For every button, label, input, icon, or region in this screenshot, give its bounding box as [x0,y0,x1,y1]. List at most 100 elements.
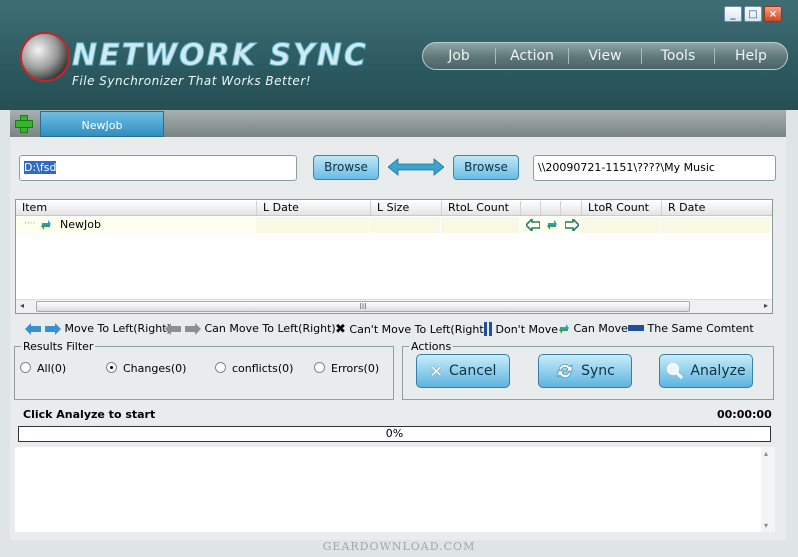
grid-horizontal-scrollbar[interactable]: ◂ III ▸ [16,299,772,313]
scroll-left-icon[interactable]: ◂ [20,301,24,310]
legend-cant-move-label: Can't Move To Left(Right) [349,323,488,336]
header: _ □ × NETWORK SYNC File Synchronizer Tha… [0,0,798,110]
legend-same-label: The Same Comtent [647,322,754,335]
right-browse-button[interactable]: Browse [453,155,519,180]
log-area[interactable] [15,447,775,532]
cancel-x-icon: ✕ [429,361,443,381]
elapsed-time: 00:00:00 [717,408,772,421]
scroll-thumb[interactable]: III [36,301,690,312]
filter-errors-label: Errors(0) [331,362,380,375]
col-l-size[interactable]: L Size [370,201,409,215]
left-path-input[interactable]: D:\fsd [19,155,297,181]
window-controls: _ □ × [724,6,782,22]
app-window: _ □ × NETWORK SYNC File Synchronizer Tha… [0,0,798,557]
legend-dont-move: Don't Move [484,322,558,336]
status-message: Click Analyze to start [23,408,156,421]
sync-label: Sync [581,363,615,379]
right-path-input[interactable]: \\20090721-1151\????\My Music [533,155,776,181]
progress-text: 0% [385,427,404,440]
progress-bar: 0% [18,426,771,442]
col-r-date[interactable]: R Date [661,201,705,215]
legend-same: The Same Comtent [628,322,754,335]
close-button[interactable]: × [764,6,782,22]
results-grid[interactable]: Item L Date L Size RtoL Count LtoR Count… [15,199,773,314]
legend-cant-move: ✖ Can't Move To Left(Right) [335,322,488,337]
legend-can-move: Can Move To Left(Right) [165,322,336,335]
col-rtol-count[interactable]: RtoL Count [441,201,509,215]
app-tagline: File Synchronizer That Works Better! [72,74,312,88]
log-vertical-scrollbar[interactable]: ▴ ▾ [761,447,775,532]
logo-globe-icon [20,32,70,82]
magnifier-icon [667,363,684,380]
watermark: GEARDOWNLOAD.COM [0,540,798,557]
scroll-up-icon[interactable]: ▴ [764,449,768,458]
pause-bar-icon [484,322,487,336]
col-item[interactable]: Item [16,201,47,215]
can-move-arrows-icon [165,323,201,335]
minimize-button[interactable]: _ [724,6,742,22]
grid-header: Item L Date L Size RtoL Count LtoR Count… [16,200,772,216]
cell-l-date [256,217,370,233]
cell-rtol [441,217,520,233]
table-row[interactable]: ···· NewJob [16,217,772,233]
menu-tools[interactable]: Tools [642,48,715,64]
filter-conflicts-radio[interactable]: conflicts(0) [215,362,293,375]
filter-all-radio[interactable]: All(0) [20,362,66,375]
cross-icon: ✖ [335,322,346,337]
sync-icon [557,364,573,378]
radio-errors-icon [314,362,325,373]
tree-connector: ···· [24,219,36,229]
menu-action[interactable]: Action [496,48,569,64]
add-job-icon[interactable] [14,114,33,133]
sync-direction-arrow-icon [388,158,444,176]
filter-changes-radio[interactable]: Changes(0) [106,362,186,375]
cancel-button[interactable]: ✕ Cancel [416,354,510,388]
analyze-label: Analyze [690,363,746,379]
radio-all-icon [20,362,31,373]
col-sep-b [540,201,560,215]
cancel-label: Cancel [448,363,497,379]
col-sep-a [520,201,540,215]
scroll-down-icon[interactable]: ▾ [764,521,768,530]
radio-conflicts-icon [215,362,226,373]
cell-ltor [581,217,661,233]
tab-newjob[interactable]: NewJob [40,111,164,137]
menu-job[interactable]: Job [423,48,496,64]
app-logo-title: NETWORK SYNC [72,38,368,74]
scroll-right-icon[interactable]: ▸ [764,301,768,310]
can-move-row-icon[interactable] [546,218,558,232]
radio-changes-icon [106,362,117,373]
legend-can-move2-label: Can Move [573,322,628,335]
analyze-button[interactable]: Analyze [659,354,753,388]
col-l-date[interactable]: L Date [256,201,299,215]
right-path-value: \\20090721-1151\????\My Music [538,161,715,174]
filter-conflicts-label: conflicts(0) [232,362,294,375]
menu-view[interactable]: View [569,48,642,64]
cell-r-date [661,217,772,233]
filter-changes-label: Changes(0) [123,362,187,375]
results-filter-title: Results Filter [21,340,96,353]
menu-bar: Job Action View Tools Help [422,42,788,70]
left-path-value: D:\fsd [24,161,57,174]
legend-move: Move To Left(Right) [25,322,171,335]
sync-job-icon [41,220,51,230]
actions-title: Actions [409,340,454,353]
move-left-icon[interactable] [526,219,540,231]
legend-can-move-label: Can Move To Left(Right) [204,322,336,335]
move-right-icon[interactable] [565,219,579,231]
cell-l-size [370,217,441,233]
col-sep-c [560,201,580,215]
legend-can-move-both: Can Move [558,322,628,336]
filter-all-label: All(0) [37,362,67,375]
left-browse-button[interactable]: Browse [313,155,379,180]
equal-bar-icon [628,325,644,331]
maximize-button[interactable]: □ [744,6,762,22]
sync-button[interactable]: Sync [538,354,632,388]
menu-help[interactable]: Help [715,48,787,64]
legend-move-label: Move To Left(Right) [64,322,171,335]
swap-arrows-icon [559,324,569,334]
legend-dont-move-label: Don't Move [495,323,559,336]
col-ltor-count[interactable]: LtoR Count [581,201,649,215]
row-item-name: NewJob [60,218,101,231]
filter-errors-radio[interactable]: Errors(0) [314,362,379,375]
